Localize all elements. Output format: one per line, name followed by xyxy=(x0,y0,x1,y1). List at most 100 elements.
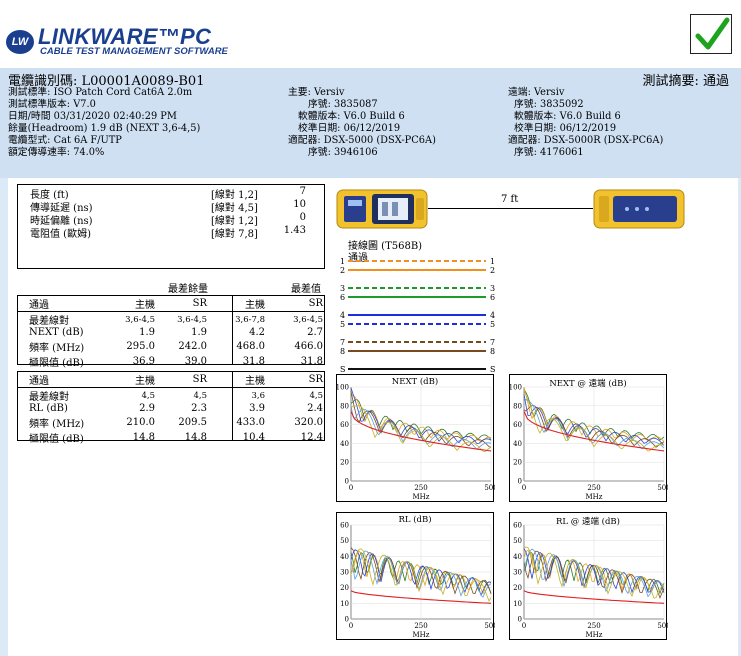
wiremap-pin-right: 4 xyxy=(490,311,495,320)
remote-software: 軟體版本: V6.0 Build 6 xyxy=(514,111,621,122)
row-label: 最差線對 xyxy=(29,392,69,403)
next-col-sr-2: SR xyxy=(267,296,325,312)
wiremap-diagram: 1 12 23 36 64 45 57 78 8S S xyxy=(340,258,495,374)
table-row: 最差線對 3,6-4,5 3,6-4,5 3,6-7,8 3,6-4,5 xyxy=(17,312,325,328)
cell: 3,6-7,8 xyxy=(235,314,265,325)
y-tick-label: 10 xyxy=(340,600,349,608)
x-tick-label: 500 xyxy=(484,622,495,630)
cell: 2.9 xyxy=(139,403,155,415)
headroom: 餘量(Headroom) 1.9 dB (NEXT 3,6-4,5) xyxy=(8,123,201,134)
y-tick-label: 40 xyxy=(340,440,349,448)
cell: 320.0 xyxy=(294,416,323,428)
x-tick-label: 250 xyxy=(414,622,427,630)
main-adapter-serial: 序號: 3946106 xyxy=(308,147,378,158)
cell: 39.0 xyxy=(184,355,207,367)
wiremap-pin-right: 3 xyxy=(490,284,495,293)
cell: 31.8 xyxy=(242,355,265,367)
wiremap-pin-right: 1 xyxy=(490,258,495,266)
linkware-logo-subtitle: CABLE TEST MANAGEMENT SOFTWARE xyxy=(40,46,228,57)
wiremap-pair-1: 11 xyxy=(340,258,495,266)
prop-delay-row: 傳導延遲 (ns) [線對 4,5] 10 xyxy=(18,199,324,214)
standard-version: 測試標準版本: V7.0 xyxy=(8,99,96,110)
next-col-main: 主機 xyxy=(105,296,157,312)
remote-unit: 遠端: Versiv xyxy=(508,87,565,98)
main-tester-icon xyxy=(336,188,428,230)
wiremap-pin-right: S xyxy=(490,365,495,374)
y-tick-label: 10 xyxy=(513,600,522,608)
next-remote-graph-plot: 1008060402000250500MHz xyxy=(510,384,668,502)
test-info-left: 測試標準: ISO Patch Cord Cat6A 2.0m 測試標準版本: … xyxy=(8,87,200,159)
y-tick-label: 50 xyxy=(340,537,349,545)
table-row: 頻率 (MHz) 210.0 209.5 433.0 320.0 xyxy=(17,415,325,430)
wiremap-pair-4: 44 xyxy=(340,311,495,320)
cell: 468.0 xyxy=(236,340,265,352)
x-axis-label: MHz xyxy=(413,493,430,501)
y-tick-label: 60 xyxy=(513,421,522,429)
wiremap-pair-8: 88 xyxy=(340,347,495,356)
next-table: 通過 主機 SR 主機 SR 最差線對 3,6-4,5 3,6-4,5 3,6-… xyxy=(17,296,325,369)
row-label: 最差線對 xyxy=(29,316,69,327)
remote-serial: 序號: 3835092 xyxy=(514,99,584,110)
rl-table: 通過 主機 SR 主機 SR 最差線對 4,5 4,5 3,6 4,5 RL (… xyxy=(17,372,325,445)
rl-remote-graph-plot: 60504030201000250500MHz xyxy=(513,522,668,640)
wiremap-pin-left: 7 xyxy=(340,338,345,347)
x-tick-label: 500 xyxy=(484,484,495,492)
rl-graph-plot: 60504030201000250500MHz xyxy=(340,522,495,640)
wiremap-pin-left: 2 xyxy=(340,266,345,275)
row-label: 極限值 (dB) xyxy=(29,433,84,445)
wiremap-pair-5: 55 xyxy=(340,320,495,329)
main-adapter: 適配器: DSX-5000 (DSX-PC6A) xyxy=(288,135,436,146)
wiremap-link-line xyxy=(428,208,593,209)
cell: 1.9 xyxy=(191,327,207,339)
remote-adapter: 適配器: DSX-5000R (DSX-PC6A) xyxy=(508,135,664,146)
linkware-logo-badge: LW xyxy=(6,30,34,54)
cable-type: 電纜型式: Cat 6A F/UTP xyxy=(8,135,122,146)
table-row: NEXT (dB) 1.9 1.9 4.2 2.7 xyxy=(17,327,325,339)
y-tick-label: 50 xyxy=(513,537,522,545)
wiremap-pin-right: 8 xyxy=(490,347,495,356)
x-tick-label: 0 xyxy=(522,484,526,492)
nvp: 額定傳導速率: 74.0% xyxy=(8,147,105,158)
cell: 3,6 xyxy=(251,390,265,401)
cell: 12.4 xyxy=(300,431,323,443)
rl-remote-graph: 60504030201000250500MHz RL @ 遠端 (dB) xyxy=(509,512,668,640)
remote-tester-icon xyxy=(593,188,685,230)
cell: 1.9 xyxy=(139,327,155,339)
rl-col-main-2: 主機 xyxy=(209,372,267,388)
wiremap-pin-left: 3 xyxy=(340,284,345,293)
rl-graph: 60504030201000250500MHz RL (dB) xyxy=(336,512,495,640)
wiremap-pin-left: 8 xyxy=(340,347,345,356)
row-label: RL (dB) xyxy=(29,403,68,415)
next-status: 通過 xyxy=(17,296,105,312)
link-length: 7 ft xyxy=(501,194,519,205)
next-graph: 1008060402000250500MHz NEXT (dB) xyxy=(336,374,495,502)
next-col-main-2: 主機 xyxy=(209,296,267,312)
cell: 14.8 xyxy=(132,431,155,443)
wiremap-pin-left: S xyxy=(340,365,345,374)
cell: 3,6-4,5 xyxy=(125,314,155,325)
cell: 3.9 xyxy=(249,403,265,415)
wiremap-pin-left: 4 xyxy=(340,311,345,320)
table-row: 頻率 (MHz) 295.0 242.0 468.0 466.0 xyxy=(17,339,325,354)
x-tick-label: 250 xyxy=(587,622,600,630)
delay-skew-value: 0 xyxy=(299,212,306,223)
next-col-sr: SR xyxy=(157,296,209,312)
y-tick-label: 20 xyxy=(340,584,349,592)
resistance-label: 電阻值 (歐姆) xyxy=(30,229,91,240)
resistance-row: 電阻值 (歐姆) [線對 7,8] 1.43 xyxy=(18,225,324,240)
wiremap-pin-left: 1 xyxy=(340,258,345,266)
wiremap-pin-left: 6 xyxy=(340,293,345,302)
rl-table-header: 通過 主機 SR 主機 SR xyxy=(17,372,325,388)
remote-calibration: 校準日期: 06/12/2019 xyxy=(514,123,617,134)
y-tick-label: 30 xyxy=(340,569,349,577)
test-standard: 測試標準: ISO Patch Cord Cat6A 2.0m xyxy=(8,87,193,98)
rl-graph-title: RL (dB) xyxy=(398,515,432,525)
next-table-header: 通過 主機 SR 主機 SR xyxy=(17,296,325,312)
cell: 4,5 xyxy=(141,390,155,401)
cell: 4,5 xyxy=(309,390,323,401)
y-tick-label: 30 xyxy=(513,569,522,577)
wiremap-pair-7: 77 xyxy=(340,338,495,347)
wiremap-pair-6: 66 xyxy=(340,293,495,302)
next-graph-plot: 1008060402000250500MHz xyxy=(337,384,495,502)
resistance-value: 1.43 xyxy=(283,225,306,236)
